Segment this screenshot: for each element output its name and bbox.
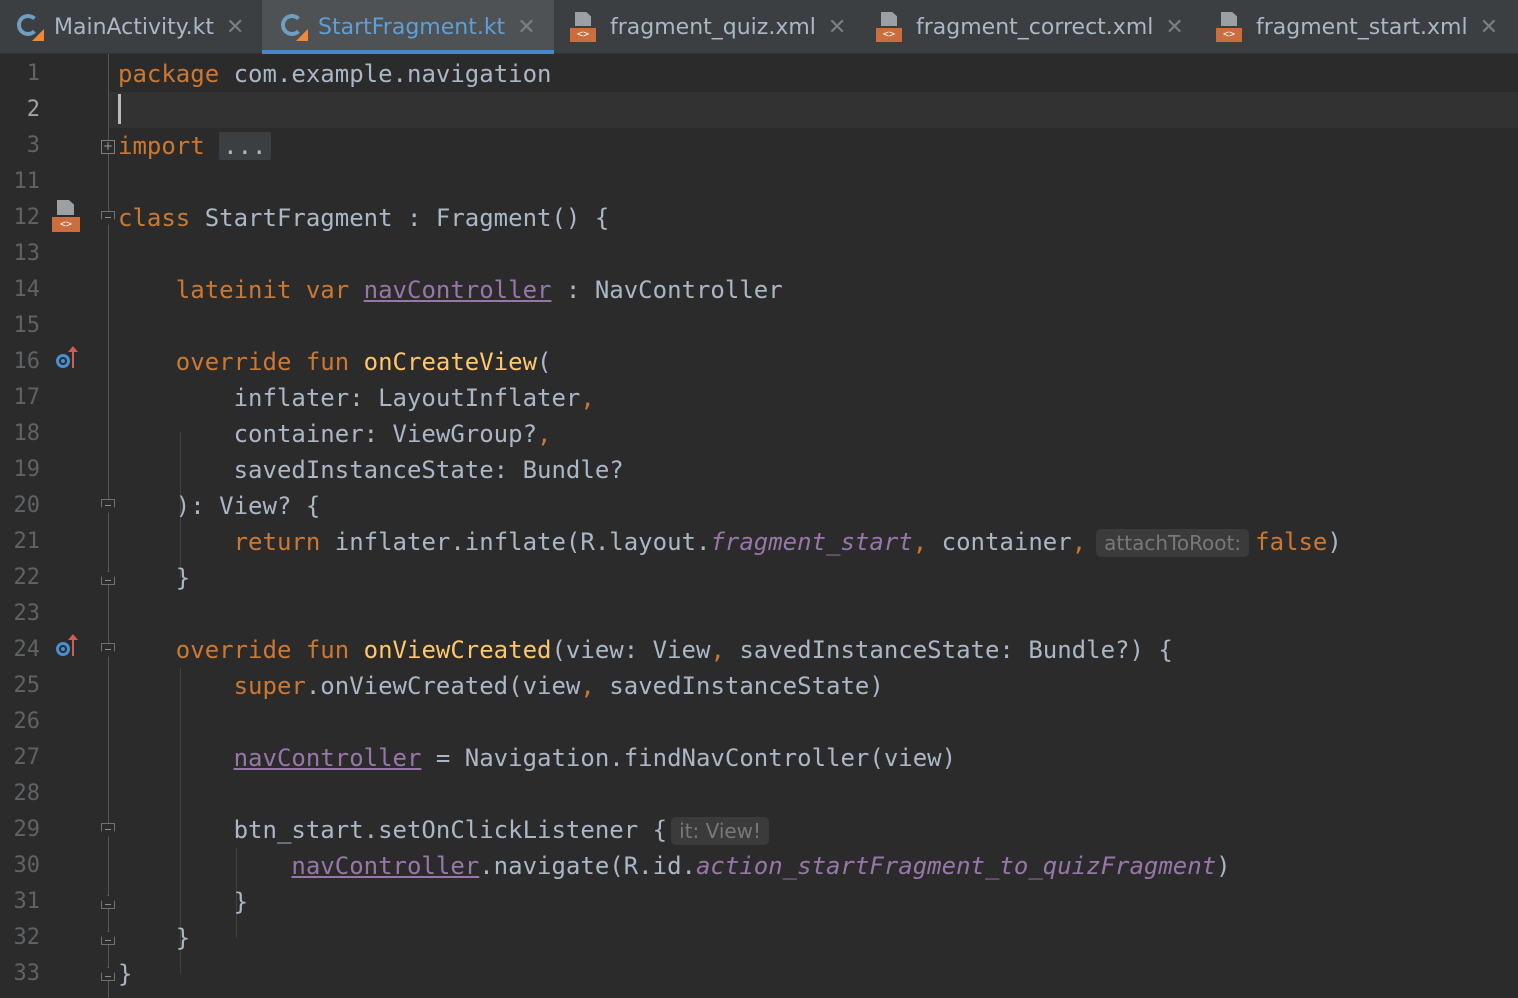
- code-text: }: [233, 888, 249, 916]
- code-line[interactable]: 11: [0, 164, 1518, 200]
- xml-layout-icon: <>: [1214, 12, 1244, 42]
- code-text: savedInstanceState: Bundle?: [233, 456, 624, 484]
- code-line[interactable]: 33 }: [0, 956, 1518, 992]
- line-number: 15: [13, 313, 41, 338]
- line-number: 2: [26, 97, 40, 122]
- code-text: return inflater.inflate(R.layout.fragmen…: [233, 528, 1342, 557]
- tab-label: fragment_quiz.xml: [610, 14, 816, 40]
- line-number: 13: [13, 241, 41, 266]
- line-number: 21: [13, 529, 41, 554]
- code-text: container: ViewGroup?,: [233, 420, 552, 448]
- code-line[interactable]: 20 ): View? {: [0, 488, 1518, 524]
- code-line[interactable]: 17 inflater: LayoutInflater,: [0, 380, 1518, 416]
- tab-fragment-start[interactable]: <> fragment_start.xml ✕: [1200, 0, 1518, 54]
- folded-imports: ...: [219, 132, 271, 160]
- code-text: }: [118, 960, 133, 988]
- close-icon[interactable]: ✕: [828, 15, 846, 40]
- code-line[interactable]: 24 override fun onViewCreated(view: View…: [0, 632, 1518, 668]
- code-line[interactable]: 31 }: [0, 884, 1518, 920]
- code-line[interactable]: 25 super.onViewCreated(view, savedInstan…: [0, 668, 1518, 704]
- tab-label: fragment_correct.xml: [916, 14, 1154, 40]
- line-number: 31: [13, 889, 41, 914]
- line-number: 1: [26, 61, 40, 86]
- code-line[interactable]: 14 lateinit var navController : NavContr…: [0, 272, 1518, 308]
- line-number: 14: [13, 277, 41, 302]
- code-text: ): View? {: [175, 492, 321, 520]
- code-line[interactable]: 21 return inflater.inflate(R.layout.frag…: [0, 524, 1518, 560]
- line-number: 19: [13, 457, 41, 482]
- line-number: 3: [26, 133, 40, 158]
- tab-label: MainActivity.kt: [54, 14, 215, 40]
- code-line[interactable]: 26: [0, 704, 1518, 740]
- code-line[interactable]: 15: [0, 308, 1518, 344]
- tab-label: StartFragment.kt: [318, 14, 506, 40]
- code-line[interactable]: 22 }: [0, 560, 1518, 596]
- code-line[interactable]: 12 class StartFragment : Fragment() {: [0, 200, 1518, 236]
- line-number: 16: [13, 349, 41, 374]
- code-line[interactable]: 23: [0, 596, 1518, 632]
- line-number: 27: [13, 745, 41, 770]
- line-number: 30: [13, 853, 41, 878]
- code-line[interactable]: 18 container: ViewGroup?,: [0, 416, 1518, 452]
- code-text: btn_start.setOnClickListener {it: View!: [118, 812, 775, 848]
- code-editor[interactable]: + <> 1 package com.example.navigation 2 …: [0, 54, 1518, 998]
- code-text: override fun onCreateView(: [175, 348, 552, 376]
- code-line[interactable]: 3 import ...: [0, 128, 1518, 164]
- code-line[interactable]: 1 package com.example.navigation: [0, 56, 1518, 92]
- line-number: 26: [13, 709, 41, 734]
- xml-layout-icon: <>: [874, 12, 904, 42]
- code-line[interactable]: 29 btn_start.setOnClickListener {it: Vie…: [0, 812, 1518, 848]
- line-number: 22: [13, 565, 41, 590]
- code-text: navController = Navigation.findNavContro…: [233, 744, 957, 772]
- code-text: inflater: LayoutInflater,: [233, 384, 595, 412]
- parameter-hint: attachToRoot:: [1096, 529, 1250, 557]
- line-number: 20: [13, 493, 41, 518]
- code-text: package com.example.navigation: [118, 60, 552, 88]
- line-number: 18: [13, 421, 41, 446]
- line-number: 23: [13, 601, 41, 626]
- line-number: 32: [13, 925, 41, 950]
- code-line[interactable]: 16 override fun onCreateView(: [0, 344, 1518, 380]
- close-icon[interactable]: ✕: [517, 15, 535, 40]
- line-number: 24: [13, 637, 41, 662]
- line-number: 33: [13, 961, 41, 986]
- line-number: 11: [13, 169, 41, 194]
- tab-startfragment[interactable]: StartFragment.kt ✕: [262, 0, 554, 54]
- close-icon[interactable]: ✕: [1480, 15, 1498, 40]
- kotlin-file-icon: [16, 13, 44, 41]
- tab-label: fragment_start.xml: [1256, 14, 1468, 40]
- lambda-hint: it: View!: [671, 817, 770, 845]
- code-text: super.onViewCreated(view, savedInstanceS…: [233, 672, 884, 700]
- close-icon[interactable]: ✕: [226, 15, 244, 40]
- code-line[interactable]: 19 savedInstanceState: Bundle?: [0, 452, 1518, 488]
- xml-layout-icon: <>: [568, 12, 598, 42]
- tab-fragment-quiz[interactable]: <> fragment_quiz.xml ✕: [554, 0, 858, 54]
- code-text: }: [175, 924, 191, 952]
- tab-mainactivity[interactable]: MainActivity.kt ✕: [0, 0, 262, 54]
- code-text: }: [175, 564, 191, 592]
- close-icon[interactable]: ✕: [1165, 15, 1183, 40]
- code-text: import ...: [118, 128, 271, 164]
- line-number: 12: [13, 205, 41, 230]
- code-line[interactable]: 30 navController.navigate(R.id.action_st…: [0, 848, 1518, 884]
- code-line[interactable]: 32 }: [0, 920, 1518, 956]
- code-line[interactable]: 13: [0, 236, 1518, 272]
- code-text: class StartFragment : Fragment() {: [118, 204, 610, 232]
- code-text: navController.navigate(R.id.action_start…: [291, 852, 1231, 880]
- kotlin-file-icon: [280, 13, 308, 41]
- code-text: override fun onViewCreated(view: View, s…: [175, 636, 1173, 664]
- editor-tab-bar: MainActivity.kt ✕ StartFragment.kt ✕ <> …: [0, 0, 1518, 54]
- code-line[interactable]: 28: [0, 776, 1518, 812]
- line-number: 17: [13, 385, 41, 410]
- tab-fragment-correct[interactable]: <> fragment_correct.xml ✕: [858, 0, 1200, 54]
- code-line[interactable]: 27 navController = Navigation.findNavCon…: [0, 740, 1518, 776]
- line-number: 25: [13, 673, 41, 698]
- code-text: lateinit var navController : NavControll…: [175, 276, 783, 304]
- code-line[interactable]: 2: [0, 92, 1518, 128]
- line-number: 29: [13, 817, 41, 842]
- line-number: 28: [13, 781, 41, 806]
